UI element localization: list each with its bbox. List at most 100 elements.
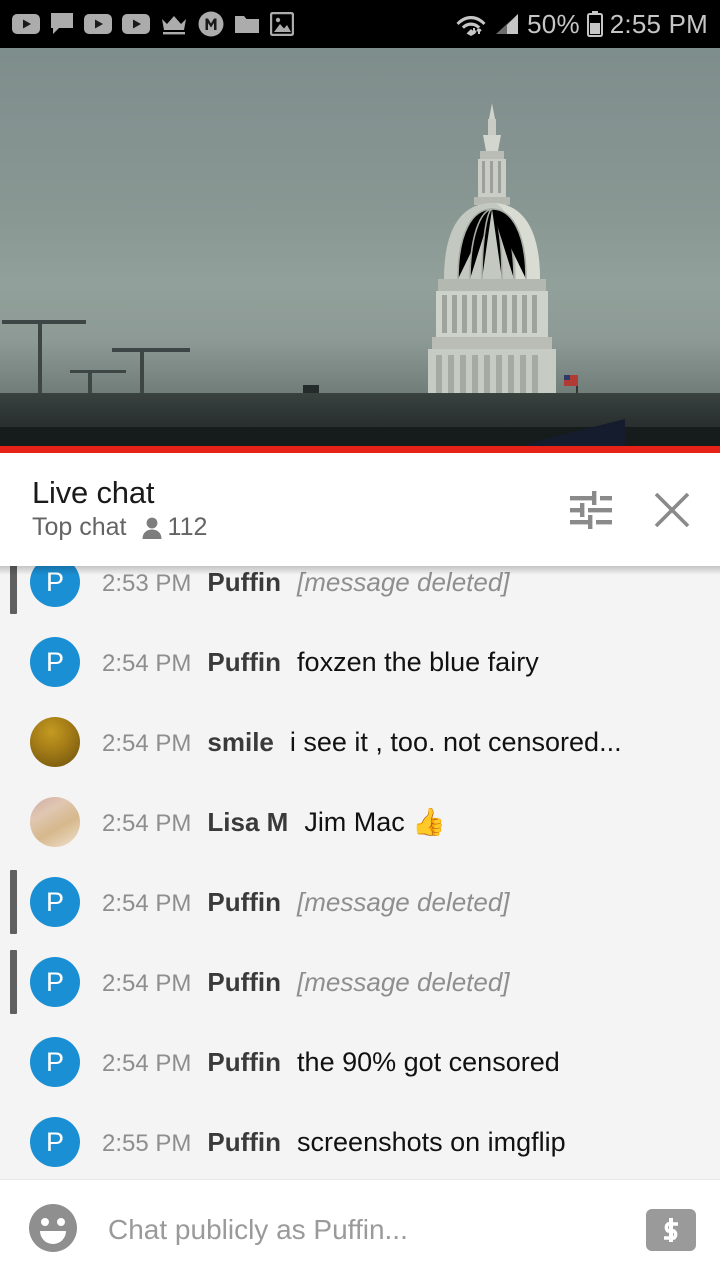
- message-timestamp: 2:54 PM: [102, 1049, 192, 1077]
- avatar[interactable]: P: [30, 1117, 80, 1167]
- chat-message-row[interactable]: 2:54 PM Lisa M Jim Mac 👍: [0, 782, 720, 862]
- avatar[interactable]: P: [30, 637, 80, 687]
- message-text: foxzen the blue fairy: [297, 646, 539, 677]
- chat-message-line: 2:54 PM smile i see it , too. not censored…: [102, 727, 622, 758]
- tune-sliders-icon: [570, 490, 612, 529]
- message-timestamp: 2:53 PM: [102, 569, 192, 597]
- message-author[interactable]: Puffin: [207, 887, 281, 918]
- status-bar-system-icons: 50% 2:55 PM: [455, 9, 708, 40]
- deleted-message-indicator: [10, 950, 17, 1014]
- us-flag-icon: [564, 375, 578, 386]
- battery-icon: [586, 11, 603, 37]
- chat-mode-label[interactable]: Top chat: [32, 513, 127, 542]
- chat-header-actions: [570, 490, 692, 530]
- avatar[interactable]: P: [30, 957, 80, 1007]
- chat-input-bar: [0, 1179, 720, 1280]
- viewer-count-label: 112: [167, 513, 208, 542]
- construction-crane-icon: [70, 370, 126, 373]
- live-chat-message-list[interactable]: P 2:53 PM Puffin [message deleted] P 2:54 PM P…: [0, 566, 720, 1179]
- chat-message-row[interactable]: P 2:53 PM Puffin [message deleted]: [0, 566, 720, 622]
- message-timestamp: 2:54 PM: [102, 969, 192, 997]
- message-text: Jim Mac 👍: [304, 807, 446, 837]
- chat-message-row[interactable]: 2:54 PM smile i see it , too. not censored…: [0, 702, 720, 782]
- message-author[interactable]: Puffin: [207, 647, 281, 678]
- m-circle-icon: [198, 11, 224, 37]
- message-author[interactable]: Puffin: [207, 1127, 281, 1158]
- us-capitol-building-image: [416, 103, 568, 443]
- wifi-icon: [456, 16, 486, 36]
- chat-message-line: 2:54 PM Puffin the 90% got censored: [102, 1047, 560, 1078]
- chat-settings-button[interactable]: [570, 490, 612, 529]
- message-timestamp: 2:55 PM: [102, 1129, 192, 1157]
- viewer-count-group: 112: [141, 513, 208, 542]
- avatar[interactable]: P: [30, 566, 80, 607]
- status-bar-notification-icons: [12, 11, 294, 37]
- video-player[interactable]: [0, 48, 720, 453]
- avatar[interactable]: P: [30, 877, 80, 927]
- chat-message-row[interactable]: P 2:55 PM Puffin screenshots on imgflip: [0, 1102, 720, 1179]
- chat-header-titles: Live chat Top chat 112: [32, 474, 207, 543]
- message-deleted-text: [message deleted]: [297, 966, 510, 997]
- avatar-initial-label: P: [45, 566, 64, 597]
- message-timestamp: 2:54 PM: [102, 649, 192, 677]
- chat-header-subtitle-row: Top chat 112: [32, 513, 207, 542]
- emoji-smiley-icon: [29, 1203, 77, 1252]
- crown-icon: [162, 16, 186, 35]
- message-timestamp: 2:54 PM: [102, 810, 192, 837]
- live-chat-header: Live chat Top chat 112: [0, 453, 720, 566]
- message-text: the 90% got censored: [297, 1046, 560, 1077]
- status-bar: 50% 2:55 PM: [0, 0, 720, 48]
- deleted-message-indicator: [10, 870, 17, 934]
- image-icon: [270, 12, 294, 36]
- avatar-initial-label: P: [45, 1046, 64, 1077]
- avatar[interactable]: [30, 797, 80, 847]
- chat-message-line: 2:55 PM Puffin screenshots on imgflip: [102, 1127, 566, 1158]
- video-progress-bar[interactable]: [0, 446, 720, 453]
- cell-signal-icon: [496, 14, 519, 34]
- chat-message-row[interactable]: P 2:54 PM Puffin [message deleted]: [0, 862, 720, 942]
- message-author[interactable]: Puffin: [207, 1047, 281, 1078]
- chat-message-input[interactable]: [108, 1214, 632, 1246]
- chat-message-row[interactable]: P 2:54 PM Puffin foxzen the blue fairy: [0, 622, 720, 702]
- avatar-initial-label: P: [45, 966, 64, 997]
- emoji-picker-button[interactable]: [28, 1203, 78, 1258]
- avatar[interactable]: [30, 717, 80, 767]
- message-author[interactable]: smile: [207, 727, 274, 758]
- close-icon: [654, 492, 690, 527]
- message-text: screenshots on imgflip: [297, 1126, 566, 1157]
- chat-message-row[interactable]: P 2:54 PM Puffin [message deleted]: [0, 942, 720, 1022]
- youtube-play-icon: [12, 14, 40, 34]
- person-icon: [142, 517, 162, 539]
- chat-message-line: 2:54 PM Lisa M Jim Mac 👍: [102, 806, 446, 838]
- deleted-message-indicator: [10, 566, 17, 614]
- dollar-superchat-icon: [664, 1218, 678, 1242]
- message-deleted-text: [message deleted]: [297, 566, 510, 597]
- chat-message-line: 2:54 PM Puffin [message deleted]: [102, 967, 510, 998]
- construction-crane-icon: [112, 348, 190, 352]
- page-title: Live chat: [32, 474, 155, 510]
- chat-message-row[interactable]: P 2:54 PM Puffin the 90% got censored: [0, 1022, 720, 1102]
- clock-label: 2:55 PM: [609, 8, 708, 39]
- youtube-play-icon: [84, 14, 112, 34]
- construction-crane-icon: [2, 320, 86, 324]
- message-deleted-text: [message deleted]: [297, 886, 510, 917]
- chat-messages-scroller[interactable]: P 2:53 PM Puffin [message deleted] P 2:54 PM P…: [0, 566, 720, 1179]
- chat-message-line: 2:53 PM Puffin [message deleted]: [102, 567, 510, 598]
- chat-message-line: 2:54 PM Puffin [message deleted]: [102, 887, 510, 918]
- youtube-play-icon: [122, 14, 150, 34]
- message-timestamp: 2:54 PM: [102, 889, 192, 917]
- super-chat-button[interactable]: [646, 1209, 696, 1251]
- message-timestamp: 2:54 PM: [102, 729, 192, 757]
- message-author[interactable]: Puffin: [207, 567, 281, 598]
- folder-icon: [235, 16, 259, 33]
- avatar[interactable]: P: [30, 1037, 80, 1087]
- chat-message-line: 2:54 PM Puffin foxzen the blue fairy: [102, 647, 539, 678]
- close-chat-button[interactable]: [652, 490, 692, 530]
- avatar-initial-label: P: [45, 646, 64, 677]
- avatar-initial-label: P: [45, 1126, 64, 1157]
- chat-bubble-icon: [51, 13, 73, 34]
- message-author[interactable]: Puffin: [207, 967, 281, 998]
- avatar-initial-label: P: [45, 886, 64, 917]
- message-author[interactable]: Lisa M: [207, 807, 288, 838]
- message-text: i see it , too. not censored...: [289, 726, 622, 757]
